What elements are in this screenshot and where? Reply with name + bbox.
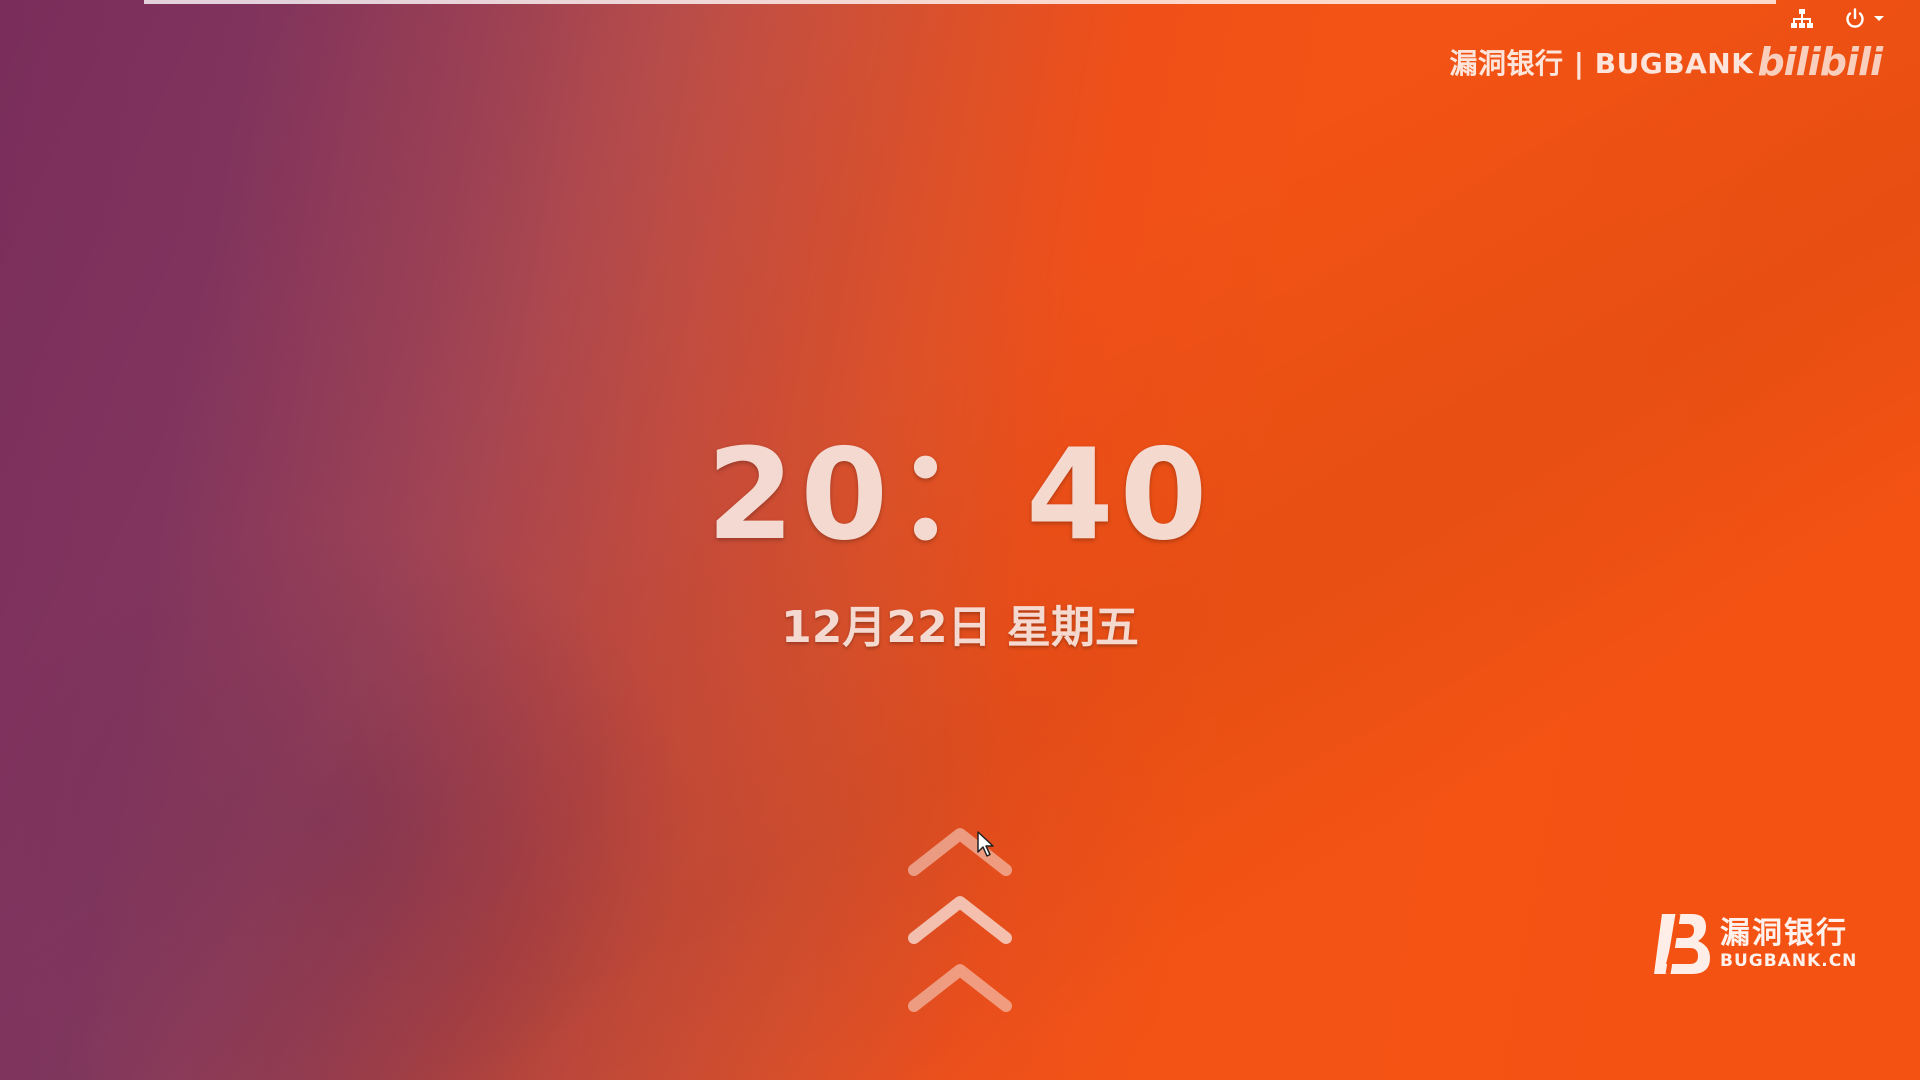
watermark-text: 漏洞银行 | BUGBANK <box>1449 47 1754 80</box>
video-watermark: 漏洞银行 | BUGBANK bilibili <box>1450 40 1883 84</box>
bugbank-b-icon <box>1654 913 1710 975</box>
brand-text: 漏洞银行 BUGBANK.CN <box>1720 916 1858 972</box>
power-icon <box>1846 8 1864 28</box>
network-icon[interactable] <box>1790 8 1814 30</box>
unlock-swipe-hint[interactable] <box>900 820 1020 1020</box>
mouse-cursor-icon <box>977 831 994 857</box>
brand-name-en: BUGBANK.CN <box>1720 951 1858 971</box>
chevron-up-icon <box>908 828 1012 876</box>
bilibili-logo: bilibili <box>1757 40 1883 84</box>
lock-screen-date: 12月22日 星期五 <box>781 602 1139 653</box>
top-bar-strip <box>144 0 1776 4</box>
bugbank-logo: 漏洞银行 BUGBANK.CN <box>1648 912 1868 976</box>
lock-screen-clock: 20：40 <box>706 421 1214 568</box>
power-menu-button[interactable] <box>1843 6 1897 32</box>
top-bar <box>0 0 1920 36</box>
chevron-down-icon <box>1874 16 1884 21</box>
chevron-up-icon <box>908 896 1012 944</box>
chevron-up-icon <box>908 964 1012 1012</box>
brand-name-cn: 漏洞银行 <box>1720 916 1848 951</box>
